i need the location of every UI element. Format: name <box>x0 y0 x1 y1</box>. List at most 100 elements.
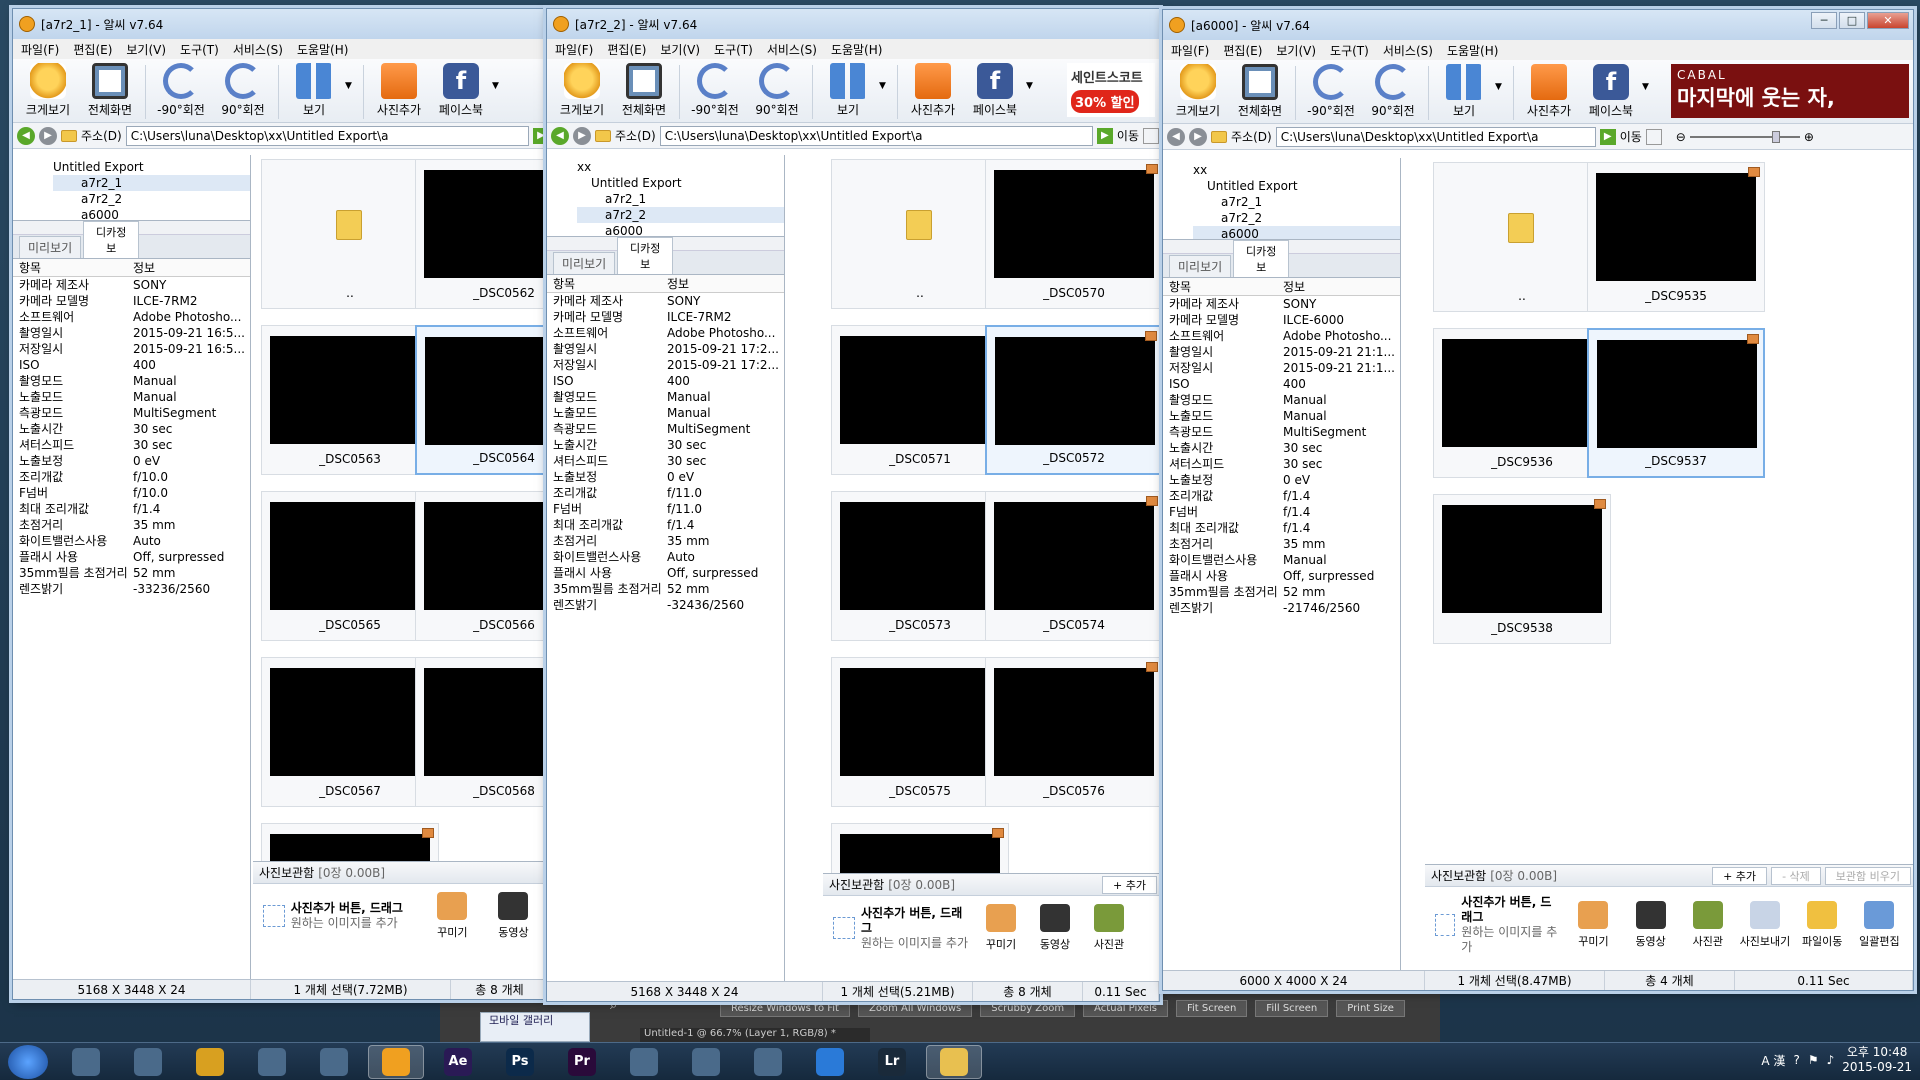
exif-row[interactable]: 카메라 제조사 SONY <box>13 277 250 293</box>
thumbnail-item[interactable]: _DSC9538 <box>1433 494 1611 644</box>
help-icon[interactable]: ? <box>1793 1053 1799 1067</box>
tree-node[interactable]: a7r2_1 <box>577 191 784 207</box>
folder-up-icon[interactable] <box>595 129 611 142</box>
tree-node[interactable]: a7r2_2 <box>577 207 784 223</box>
large-view-button[interactable]: 크게보기 <box>17 63 79 118</box>
exif-row[interactable]: 35mm필름 초점거리 52 mm <box>547 581 784 597</box>
rotate-left-button[interactable]: -90°회전 <box>150 63 212 118</box>
exif-row[interactable]: 노출시간 30 sec <box>13 421 250 437</box>
fullscreen-button[interactable]: 전체화면 <box>613 63 675 118</box>
exif-row[interactable]: 촬영모드 Manual <box>547 389 784 405</box>
taskbar-lightroom-button[interactable]: Lr <box>864 1045 920 1079</box>
thumbnail-item[interactable]: _DSC9537 <box>1587 328 1765 478</box>
photo-studio-button[interactable]: 사진관 <box>1682 901 1733 949</box>
add-storage-icon[interactable] <box>833 917 855 939</box>
storage-add-button[interactable]: + 추가 <box>1102 876 1157 894</box>
folder-up-icon[interactable] <box>1211 130 1227 143</box>
view-mode-button[interactable]: 보기 <box>817 63 879 118</box>
add-photo-button[interactable]: 사진추가 <box>902 63 964 118</box>
zoom-slider-handle[interactable] <box>1771 130 1780 143</box>
facebook-button[interactable]: f 페이스북 <box>1580 64 1642 119</box>
thumbnail-item[interactable]: _DSC0573 <box>831 491 1009 641</box>
exif-row[interactable]: 렌즈밝기 -21746/2560 <box>1163 600 1400 616</box>
exif-row[interactable]: 플래시 사용 Off, surpressed <box>1163 568 1400 584</box>
tree-node[interactable]: xx <box>1193 162 1400 178</box>
ad-banner[interactable]: CABAL 마지막에 웃는 자, <box>1671 64 1909 118</box>
rotate-right-button[interactable]: 90°회전 <box>746 63 808 118</box>
exif-row[interactable]: 최대 조리개값 f/1.4 <box>1163 520 1400 536</box>
tree-node[interactable]: Untitled Export <box>53 159 250 175</box>
tree-node[interactable]: a7r2_2 <box>53 191 250 207</box>
list-options-icon[interactable] <box>1645 128 1662 145</box>
send-photo-button[interactable]: 사진보내기 <box>1739 901 1790 949</box>
exif-row[interactable]: 초점거리 35 mm <box>13 517 250 533</box>
tree-node[interactable]: Untitled Export <box>1193 178 1400 194</box>
thumbnail-item[interactable]: _DSC0567 <box>261 657 439 807</box>
exif-row[interactable]: 초점거리 35 mm <box>1163 536 1400 552</box>
view-dropdown-icon[interactable]: ▼ <box>1495 82 1509 92</box>
exif-row[interactable]: F넘버 f/1.4 <box>1163 504 1400 520</box>
tree-node[interactable]: a7r2_1 <box>1193 194 1400 210</box>
exif-row[interactable]: 화이트밸런스사용 Manual <box>1163 552 1400 568</box>
thumbnail-item[interactable]: _DSC0576 <box>985 657 1159 807</box>
taskbar-ie-button[interactable] <box>802 1045 858 1079</box>
exif-row[interactable]: F넘버 f/11.0 <box>547 501 784 517</box>
tab-preview[interactable]: 미리보기 <box>19 236 82 258</box>
exif-row[interactable]: 측광모드 MultiSegment <box>1163 424 1400 440</box>
menu-view[interactable]: 보기(V) <box>126 41 166 58</box>
taskbar-media-player-button[interactable] <box>58 1045 114 1079</box>
address-input[interactable]: C:\Users\luna\Desktop\xx\Untitled Export… <box>659 125 1093 146</box>
taskbar-alsee-button[interactable] <box>368 1044 424 1079</box>
menu-tools[interactable]: 도구(T) <box>1330 42 1369 59</box>
taskbar-after-effects-button[interactable]: Ae <box>430 1045 486 1079</box>
ad-banner[interactable]: 세인트스코트 30% 할인 <box>1067 63 1155 117</box>
exif-row[interactable]: 노출모드 Manual <box>13 389 250 405</box>
tab-exif[interactable]: 디카정보 <box>1233 240 1290 277</box>
exif-row[interactable]: 화이트밸런스사용 Auto <box>13 533 250 549</box>
zoom-slider[interactable] <box>1689 130 1800 143</box>
exif-row[interactable]: 최대 조리개값 f/1.4 <box>13 501 250 517</box>
exif-row[interactable]: 플래시 사용 Off, surpressed <box>13 549 250 565</box>
exif-row[interactable]: 촬영모드 Manual <box>1163 392 1400 408</box>
add-storage-icon[interactable] <box>1435 914 1456 936</box>
video-button[interactable]: 동영상 <box>1031 904 1079 952</box>
taskbar-camera-button[interactable] <box>616 1045 672 1079</box>
batch-edit-button[interactable]: 일괄편집 <box>1854 901 1905 949</box>
forward-icon[interactable]: ▶ <box>1189 127 1207 146</box>
address-input[interactable]: C:\Users\luna\Desktop\xx\Untitled Export… <box>1275 126 1596 147</box>
exif-row[interactable]: 셔터스피드 30 sec <box>13 437 250 453</box>
menu-tools[interactable]: 도구(T) <box>714 41 753 58</box>
exif-row[interactable]: 소프트웨어 Adobe Photosho... <box>1163 328 1400 344</box>
flag-icon[interactable]: ⚑ <box>1808 1053 1819 1067</box>
decorate-button[interactable]: 꾸미기 <box>977 904 1025 952</box>
menu-services[interactable]: 서비스(S) <box>233 41 283 58</box>
exif-row[interactable]: 소프트웨어 Adobe Photosho... <box>547 325 784 341</box>
menu-view[interactable]: 보기(V) <box>1276 42 1316 59</box>
taskbar-explorer-button[interactable] <box>926 1044 982 1079</box>
facebook-button[interactable]: f 페이스북 <box>964 63 1026 118</box>
view-mode-button[interactable]: 보기 <box>283 63 345 118</box>
exif-row[interactable]: 35mm필름 초점거리 52 mm <box>13 565 250 581</box>
forward-icon[interactable]: ▶ <box>573 126 591 145</box>
back-icon[interactable]: ◀ <box>1167 127 1185 146</box>
view-dropdown-icon[interactable]: ▼ <box>345 81 359 91</box>
menu-help[interactable]: 도움말(H) <box>297 41 349 58</box>
tree-node[interactable]: a6000 <box>53 207 250 220</box>
exif-row[interactable]: 저장일시 2015-09-21 16:5... <box>13 341 250 357</box>
exif-row[interactable]: 플래시 사용 Off, surpressed <box>547 565 784 581</box>
exif-row[interactable]: 초점거리 35 mm <box>547 533 784 549</box>
facebook-dropdown-icon[interactable]: ▼ <box>492 81 506 91</box>
menu-services[interactable]: 서비스(S) <box>1383 42 1433 59</box>
fullscreen-button[interactable]: 전체화면 <box>1229 64 1291 119</box>
exif-row[interactable]: 노출모드 Manual <box>547 405 784 421</box>
exif-row[interactable]: 조리개값 f/11.0 <box>547 485 784 501</box>
thumbnail-item[interactable] <box>831 823 1009 873</box>
facebook-dropdown-icon[interactable]: ▼ <box>1026 81 1040 91</box>
tree-node[interactable]: xx <box>577 159 784 175</box>
exif-row[interactable]: 소프트웨어 Adobe Photosho... <box>13 309 250 325</box>
view-dropdown-icon[interactable]: ▼ <box>879 81 893 91</box>
exif-row[interactable]: 조리개값 f/10.0 <box>13 469 250 485</box>
rotate-right-button[interactable]: 90°회전 <box>212 63 274 118</box>
thumbnail-item[interactable]: _DSC0571 <box>831 325 1009 475</box>
exif-row[interactable]: ISO 400 <box>13 357 250 373</box>
